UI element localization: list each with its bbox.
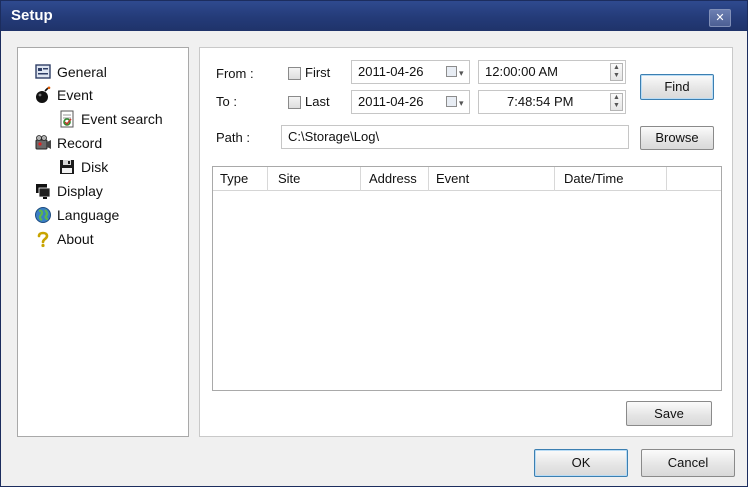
nav-item-general[interactable]: General (34, 62, 107, 82)
nav-label-event: Event (57, 87, 93, 103)
calendar-icon[interactable] (446, 96, 457, 107)
to-time-value: 7:48:54 PM (507, 94, 574, 109)
column-header-datetime[interactable]: Date/Time (555, 167, 667, 191)
title-bar[interactable]: Setup ✕ (1, 1, 747, 31)
from-label: From : (216, 66, 254, 81)
close-icon: ✕ (715, 12, 725, 24)
column-header-address[interactable]: Address (361, 167, 429, 191)
to-date-picker[interactable]: 2011-04-26 ▾ (351, 90, 470, 114)
nav-label-general: General (57, 64, 107, 80)
cancel-button-label: Cancel (667, 455, 709, 470)
to-label: To : (216, 94, 237, 109)
first-label: First (305, 65, 331, 80)
general-settings-icon (34, 63, 52, 81)
ok-button-label: OK (571, 455, 591, 470)
nav-item-event-search[interactable]: Event search (58, 109, 163, 129)
column-header-site[interactable]: Site (268, 167, 361, 191)
path-value: C:\Storage\Log\ (288, 129, 380, 144)
find-button[interactable]: Find (640, 74, 714, 100)
nav-item-record[interactable]: Record (34, 133, 102, 153)
chevron-down-icon[interactable]: ▾ (459, 62, 464, 84)
event-search-panel: From : To : First Last 2011-04-26 ▾ 12:0… (199, 47, 733, 437)
disk-icon (58, 158, 76, 176)
to-time-spin-icon[interactable]: ▲ ▼ (610, 93, 623, 111)
nav-item-event[interactable]: Event (34, 85, 93, 105)
nav-label-language: Language (57, 207, 120, 223)
close-button[interactable]: ✕ (709, 9, 731, 27)
event-bomb-icon (34, 86, 52, 104)
question-icon (34, 230, 52, 248)
setup-dialog: Setup ✕ General Event Event search Recor… (0, 0, 748, 487)
display-icon (34, 182, 52, 200)
path-input[interactable]: C:\Storage\Log\ (281, 125, 629, 149)
nav-label-record: Record (57, 135, 103, 151)
find-button-label: Find (664, 79, 690, 94)
nav-label-display: Display (57, 183, 103, 199)
nav-item-language[interactable]: Language (34, 205, 119, 225)
from-date-picker[interactable]: 2011-04-26 ▾ (351, 60, 470, 84)
ok-button[interactable]: OK (534, 449, 628, 477)
last-label: Last (305, 94, 330, 109)
column-header-type[interactable]: Type (213, 167, 268, 191)
nav-item-display[interactable]: Display (34, 181, 103, 201)
event-search-icon (58, 110, 76, 128)
from-time-spin-icon[interactable]: ▲ ▼ (610, 63, 623, 81)
nav-item-disk[interactable]: Disk (58, 157, 108, 177)
record-icon (34, 134, 52, 152)
table-header: Type Site Address Event Date/Time (213, 167, 721, 191)
column-header-event[interactable]: Event (429, 167, 555, 191)
to-date-value: 2011-04-26 (358, 94, 424, 109)
path-label: Path : (216, 130, 250, 145)
last-checkbox[interactable] (288, 96, 301, 109)
nav-label-about: About (57, 231, 94, 247)
nav-label-disk: Disk (81, 159, 109, 175)
first-checkbox[interactable] (288, 67, 301, 80)
chevron-down-icon[interactable]: ▾ (459, 92, 464, 114)
from-date-value: 2011-04-26 (358, 64, 424, 79)
window-title: Setup (11, 7, 53, 24)
globe-icon (34, 206, 52, 224)
from-time-field[interactable]: 12:00:00 AM ▲ ▼ (478, 60, 626, 84)
calendar-icon[interactable] (446, 66, 457, 77)
cancel-button[interactable]: Cancel (641, 449, 735, 477)
event-results-table[interactable]: Type Site Address Event Date/Time (212, 166, 722, 391)
save-button-label: Save (654, 406, 684, 421)
nav-label-event-search: Event search (81, 111, 163, 127)
save-button[interactable]: Save (626, 401, 712, 426)
settings-nav-tree: General Event Event search Record Disk D… (17, 47, 189, 437)
from-time-value: 12:00:00 AM (485, 64, 558, 79)
nav-item-about[interactable]: About (34, 229, 94, 249)
browse-button-label: Browse (655, 130, 699, 145)
to-time-field[interactable]: 7:48:54 PM ▲ ▼ (478, 90, 626, 114)
browse-button[interactable]: Browse (640, 126, 714, 150)
